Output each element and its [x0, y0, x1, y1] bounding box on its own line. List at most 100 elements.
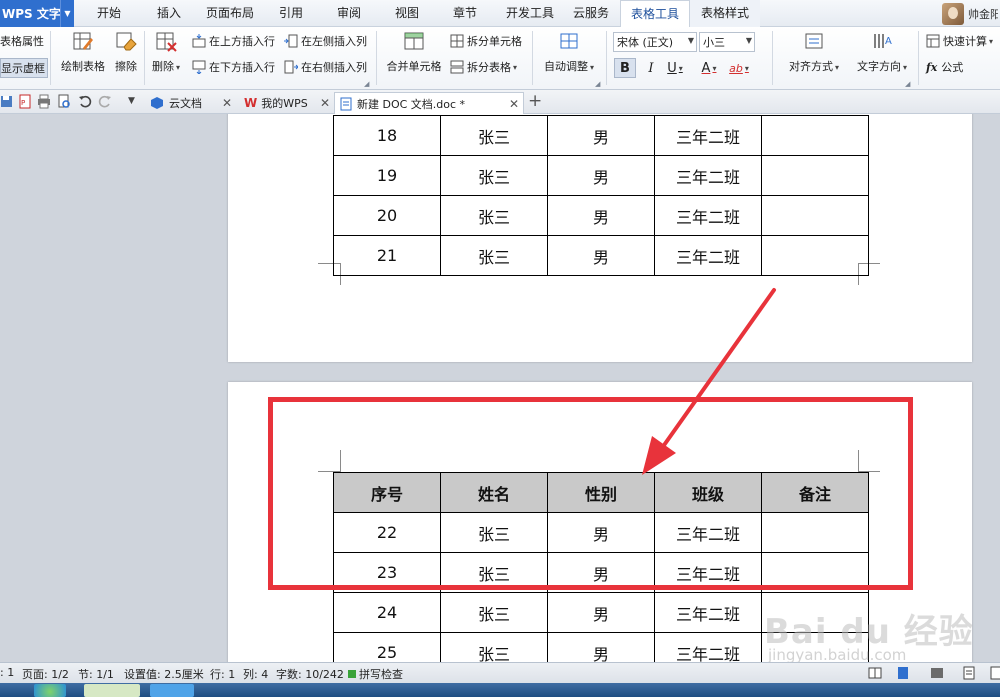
close-icon[interactable]: ✕: [222, 96, 232, 110]
table-cell[interactable]: 18: [333, 115, 441, 156]
spellcheck-toggle[interactable]: 拼写检查: [348, 666, 403, 682]
split-table-button[interactable]: 拆分表格 ▾: [450, 59, 517, 75]
undo-icon[interactable]: [78, 94, 92, 109]
tab-developer[interactable]: 开发工具: [500, 0, 560, 27]
table-cell[interactable]: 张三: [440, 632, 548, 662]
quick-calc-button[interactable]: 快速计算 ▾: [926, 33, 993, 49]
tab-chapter[interactable]: 章节: [444, 0, 486, 27]
alignment-dialog-launcher-icon[interactable]: ◢: [905, 80, 910, 88]
highlight-button[interactable]: ab ▾: [728, 58, 750, 78]
table-cell[interactable]: 25: [333, 632, 441, 662]
font-size-select[interactable]: 小三 ▼: [699, 32, 755, 52]
tab-table-style[interactable]: 表格样式: [690, 0, 760, 27]
merge-cells-button[interactable]: 合并单元格: [384, 30, 444, 74]
page-view-icon[interactable]: [896, 666, 910, 680]
table-cell[interactable]: [761, 155, 869, 196]
new-tab-plus-icon[interactable]: +: [528, 91, 542, 111]
app-menu-caret-icon[interactable]: ▼: [60, 0, 74, 27]
table-cell[interactable]: 20: [333, 195, 441, 236]
insert-col-left-button[interactable]: 在左侧插入列: [284, 33, 367, 49]
tab-view[interactable]: 视图: [386, 0, 428, 27]
table-row[interactable]: 18 张三 男 三年二班: [333, 115, 869, 156]
table-cell[interactable]: [761, 235, 869, 276]
formula-button[interactable]: fx 公式: [926, 59, 963, 75]
tab-my-wps[interactable]: W 我的WPS ✕: [240, 92, 334, 114]
table-cell[interactable]: 男: [547, 632, 655, 662]
tab-current-document[interactable]: 新建 DOC 文档.doc * ✕: [334, 92, 524, 114]
font-color-button[interactable]: A ▾: [698, 58, 720, 78]
underline-button[interactable]: U ▾: [664, 58, 686, 78]
web-view-icon[interactable]: [962, 666, 976, 680]
outline-view-icon[interactable]: [930, 666, 944, 680]
print-icon[interactable]: [37, 94, 51, 109]
auto-adjust-button[interactable]: 自动调整 ▾: [540, 30, 598, 74]
tab-cloud-docs[interactable]: 云文档 ✕: [146, 92, 236, 114]
status-word-count[interactable]: 字数: 10/242: [276, 666, 344, 682]
table-cell[interactable]: 男: [547, 155, 655, 196]
table-cell[interactable]: 张三: [440, 195, 548, 236]
table-cell[interactable]: 张三: [440, 235, 548, 276]
insert-col-right-button[interactable]: 在右侧插入列: [284, 59, 367, 75]
table-cell[interactable]: 三年二班: [654, 115, 762, 156]
draw-table-button[interactable]: 绘制表格: [60, 30, 106, 74]
delete-button[interactable]: 删除 ▾: [150, 30, 182, 74]
tab-references[interactable]: 引用: [270, 0, 312, 27]
status-page[interactable]: 页面: 1/2: [22, 666, 69, 682]
table-cell[interactable]: 三年二班: [654, 155, 762, 196]
reading-mode-icon[interactable]: [868, 666, 882, 680]
table-row[interactable]: 20 张三 男 三年二班: [333, 195, 869, 236]
student-table-page-1[interactable]: 18 张三 男 三年二班 19 张三 男 三年二班 20 张三 男 三年二班 2…: [333, 115, 869, 276]
bold-button[interactable]: B: [614, 58, 636, 78]
tab-review[interactable]: 审阅: [328, 0, 370, 27]
tab-table-tools[interactable]: 表格工具: [620, 0, 690, 28]
tab-insert[interactable]: 插入: [146, 0, 192, 27]
table-cell[interactable]: 三年二班: [654, 235, 762, 276]
tab-home[interactable]: 开始: [86, 0, 132, 27]
italic-button[interactable]: I: [640, 58, 662, 78]
split-cells-button[interactable]: 拆分单元格: [450, 33, 522, 49]
table-row[interactable]: 21 张三 男 三年二班: [333, 235, 869, 276]
table-cell[interactable]: 张三: [440, 115, 548, 156]
taskbar-app-wps-icon[interactable]: [150, 684, 194, 697]
insert-row-above-button[interactable]: 在上方插入行: [192, 33, 275, 49]
table-cell[interactable]: 张三: [440, 155, 548, 196]
rows-cols-dialog-launcher-icon[interactable]: ◢: [364, 80, 369, 88]
zoom-fit-icon[interactable]: [990, 666, 1000, 680]
table-cell[interactable]: [761, 195, 869, 236]
start-orb-icon[interactable]: [34, 684, 66, 697]
export-pdf-icon[interactable]: P: [18, 94, 32, 109]
tab-page-layout[interactable]: 页面布局: [200, 0, 260, 27]
alignment-button[interactable]: 对齐方式 ▾: [784, 30, 844, 74]
table-cell[interactable]: 男: [547, 592, 655, 633]
save-icon[interactable]: [0, 94, 14, 109]
taskbar-app-browser-icon[interactable]: [84, 684, 140, 697]
close-icon[interactable]: ✕: [509, 97, 519, 111]
auto-adjust-dialog-launcher-icon[interactable]: ◢: [595, 80, 600, 88]
text-direction-button[interactable]: A 文字方向 ▾: [852, 30, 912, 74]
eraser-button[interactable]: 擦除: [112, 30, 140, 74]
table-cell[interactable]: 21: [333, 235, 441, 276]
app-menu-button[interactable]: WPS 文字 ▼: [0, 0, 74, 27]
print-preview-icon[interactable]: [57, 94, 71, 109]
table-row[interactable]: 19 张三 男 三年二班: [333, 155, 869, 196]
table-properties-button[interactable]: 表格属性: [0, 33, 44, 49]
table-cell[interactable]: 男: [547, 195, 655, 236]
table-cell[interactable]: 张三: [440, 592, 548, 633]
avatar[interactable]: [942, 2, 964, 25]
table-cell[interactable]: 男: [547, 115, 655, 156]
table-cell[interactable]: 三年二班: [654, 592, 762, 633]
table-cell[interactable]: 男: [547, 235, 655, 276]
tab-cloud-service[interactable]: 云服务: [566, 0, 616, 27]
table-cell[interactable]: 19: [333, 155, 441, 196]
table-cell[interactable]: [761, 115, 869, 156]
close-icon[interactable]: ✕: [320, 96, 330, 110]
font-name-select[interactable]: 宋体 (正文) ▼: [613, 32, 697, 52]
show-gridlines-button[interactable]: 显示虚框: [0, 58, 48, 78]
quick-access-more-icon[interactable]: ▼: [128, 96, 142, 111]
user-account[interactable]: 帅金阳: [942, 0, 1000, 27]
table-cell[interactable]: 三年二班: [654, 632, 762, 662]
insert-row-below-button[interactable]: 在下方插入行: [192, 59, 275, 75]
table-cell[interactable]: 24: [333, 592, 441, 633]
table-cell[interactable]: 三年二班: [654, 195, 762, 236]
redo-icon[interactable]: [98, 94, 112, 109]
